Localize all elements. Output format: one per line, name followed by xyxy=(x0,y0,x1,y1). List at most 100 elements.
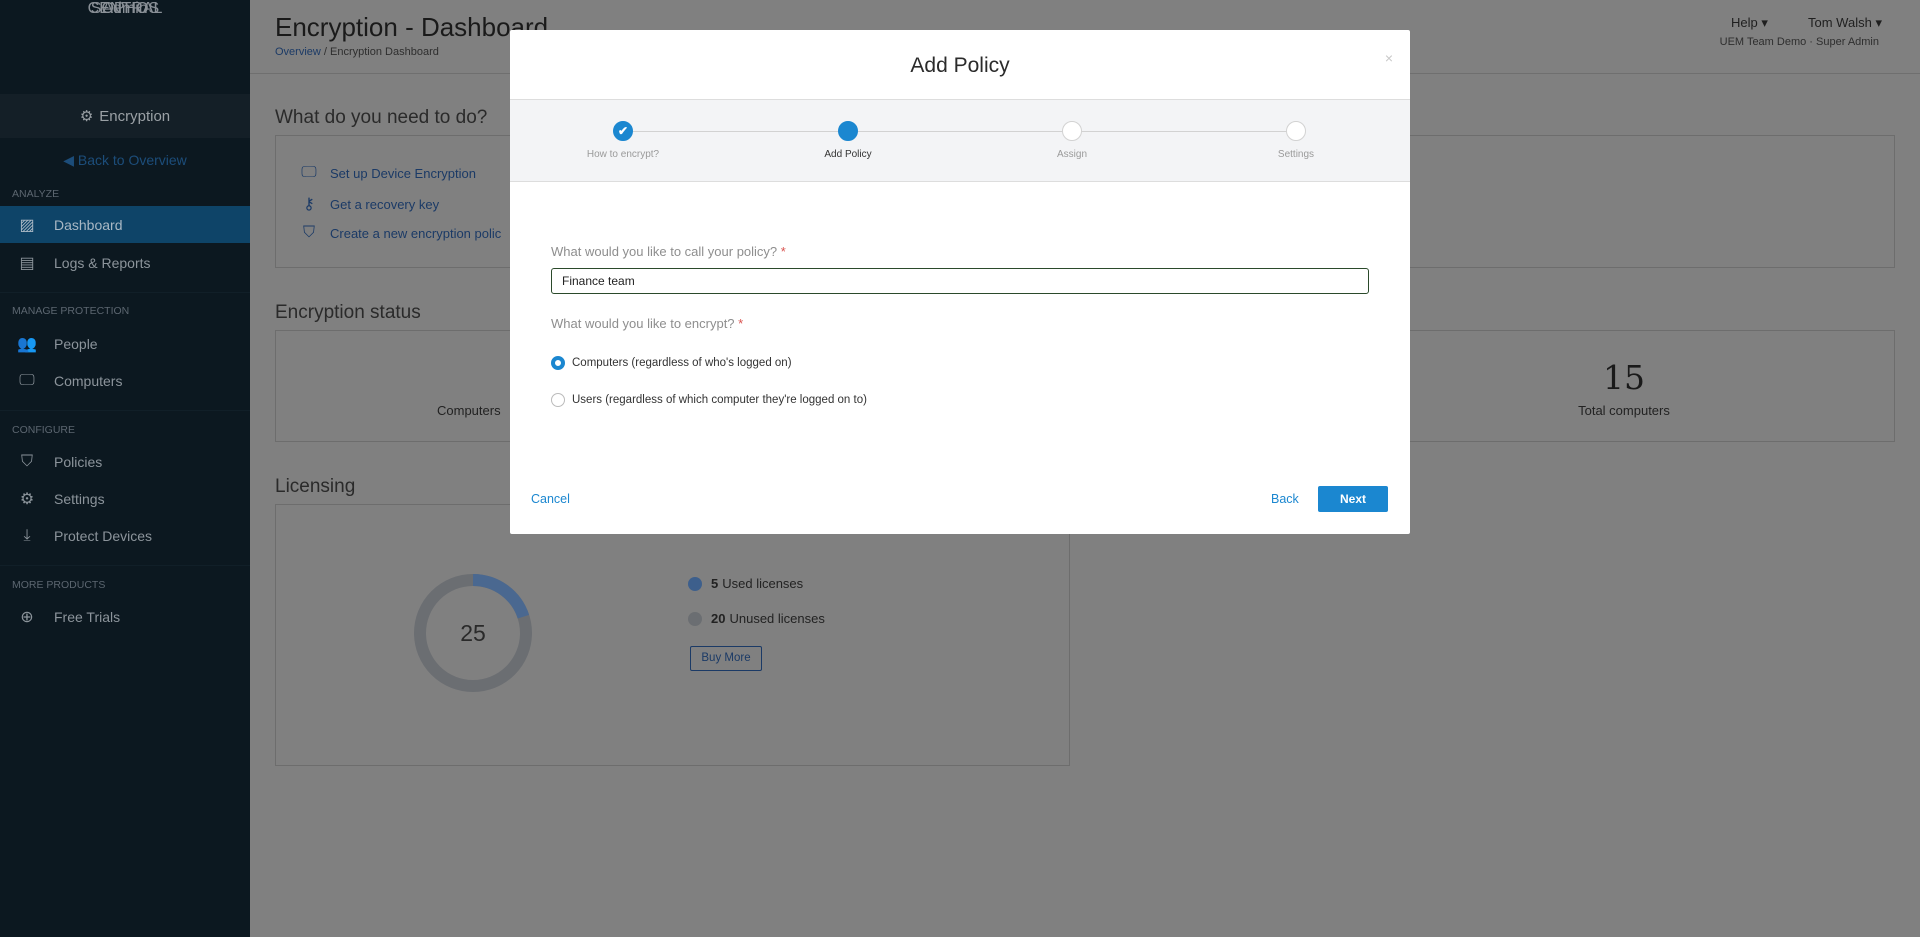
report-icon: ▤ xyxy=(19,254,35,272)
modal-title: Add Policy xyxy=(910,54,1010,77)
caret-left-icon: ◀ xyxy=(63,152,78,168)
encrypt-target-label: What would you like to encrypt? * xyxy=(551,316,743,331)
label-text: What would you like to encrypt? xyxy=(551,316,735,331)
account-info: UEM Team Demo · Super Admin xyxy=(1719,36,1879,48)
user-menu[interactable]: Tom Walsh ▾ xyxy=(1808,15,1882,31)
step-how-to-encrypt: ✔ How to encrypt? xyxy=(553,100,693,160)
sidebar-item-label: Computers xyxy=(54,372,123,389)
breadcrumb-overview[interactable]: Overview xyxy=(275,46,321,58)
radio-computers[interactable]: Computers (regardless of who's logged on… xyxy=(551,356,792,370)
status-computers-label: Computers xyxy=(437,403,501,418)
license-donut: 25 xyxy=(414,574,532,692)
divider xyxy=(0,410,250,411)
unused-label: Unused licenses xyxy=(729,611,825,626)
sidebar-item-settings[interactable]: ⚙ Settings xyxy=(0,480,250,517)
step-add-policy: Add Policy xyxy=(778,100,918,160)
sidebar: SOPHOS CENTRAL Admin ⚙ Encryption ◀ Back … xyxy=(0,0,250,937)
step-label: Add Policy xyxy=(824,149,872,160)
pending-step-dot xyxy=(1286,121,1306,141)
shield-icon: ⛉ xyxy=(20,452,33,470)
check-icon: ✔ xyxy=(613,121,633,141)
licensing-panel xyxy=(275,504,1070,766)
dashboard-icon: ▨ xyxy=(19,216,35,234)
product-header: ⚙ Encryption xyxy=(0,94,250,138)
legend-unused: 20 Unused licenses xyxy=(688,611,825,626)
divider xyxy=(0,565,250,566)
caret-down-icon: ▾ xyxy=(1761,15,1768,30)
pending-step-dot xyxy=(1062,121,1082,141)
task-label: Create a new encryption polic xyxy=(330,225,502,241)
unused-count: 20 xyxy=(711,611,726,626)
breadcrumb: Overview / Encryption Dashboard xyxy=(275,46,439,58)
step-settings: Settings xyxy=(1226,100,1366,160)
sidebar-item-logs-reports[interactable]: ▤ Logs & Reports xyxy=(0,244,250,281)
task-new-policy[interactable]: ⛉ Create a new encryption polic xyxy=(298,224,501,242)
section-analyze: ANALYZE xyxy=(12,188,60,200)
status-heading: Encryption status xyxy=(275,302,421,323)
label-text: What would you like to call your policy? xyxy=(551,244,778,259)
sidebar-item-computers[interactable]: 🖵 Computers xyxy=(0,362,250,399)
shield-check-icon: ⛉ xyxy=(302,224,315,241)
current-step-dot xyxy=(838,121,858,141)
task-label: Set up Device Encryption xyxy=(330,165,476,181)
required-marker: * xyxy=(738,316,744,331)
task-recovery-key[interactable]: ⚷ Get a recovery key xyxy=(298,194,439,214)
sidebar-item-label: Protect Devices xyxy=(54,527,153,544)
used-count: 5 xyxy=(711,576,719,591)
help-menu[interactable]: Help ▾ xyxy=(1731,15,1768,31)
sidebar-item-label: Logs & Reports xyxy=(54,254,151,271)
unused-dot xyxy=(688,611,702,626)
buy-more-button[interactable]: Buy More xyxy=(690,646,762,671)
section-manage-protection: MANAGE PROTECTION xyxy=(12,305,130,317)
divider xyxy=(0,292,250,293)
sidebar-item-dashboard[interactable]: ▨ Dashboard xyxy=(0,206,250,243)
back-button[interactable]: Back xyxy=(1271,492,1299,506)
section-configure: CONFIGURE xyxy=(12,424,75,436)
plus-circle-icon: ⊕ xyxy=(20,608,34,626)
stepper-line xyxy=(623,131,1296,132)
wizard-stepper: ✔ How to encrypt? Add Policy Assign Setti… xyxy=(510,99,1410,182)
back-to-overview-link[interactable]: ◀ Back to Overview xyxy=(0,152,250,169)
sidebar-item-people[interactable]: 👥 People xyxy=(0,325,250,362)
logo-role: Admin xyxy=(102,0,148,17)
sidebar-item-label: Policies xyxy=(54,453,103,470)
radio-selected-icon[interactable] xyxy=(551,356,565,370)
radio-unselected-icon[interactable] xyxy=(551,393,565,407)
next-button[interactable]: Next xyxy=(1318,486,1388,512)
people-icon: 👥 xyxy=(17,335,37,353)
step-label: How to encrypt? xyxy=(586,149,660,160)
sidebar-item-label: Free Trials xyxy=(54,608,121,625)
sidebar-item-label: Settings xyxy=(54,490,105,507)
help-label: Help xyxy=(1731,15,1758,30)
gear-icon: ⚙ xyxy=(19,490,35,508)
download-icon: ⤓ xyxy=(23,526,31,544)
key-icon: ⚷ xyxy=(303,196,315,213)
radio-label: Computers (regardless of who's logged on… xyxy=(572,357,792,369)
legend-used: 5 Used licenses xyxy=(688,576,803,591)
step-label: Settings xyxy=(1277,149,1315,160)
close-icon[interactable]: × xyxy=(1385,50,1393,66)
section-more-products: MORE PRODUCTS xyxy=(12,579,106,591)
donut-total: 25 xyxy=(460,620,486,646)
sidebar-item-policies[interactable]: ⛉ Policies xyxy=(0,443,250,480)
caret-down-icon: ▾ xyxy=(1875,15,1882,30)
task-label: Get a recovery key xyxy=(330,196,440,212)
policy-name-input[interactable] xyxy=(551,268,1369,294)
add-policy-modal: Add Policy × ✔ How to encrypt? Add Policy… xyxy=(510,30,1410,534)
radio-label: Users (regardless of which computer they… xyxy=(572,394,867,406)
computer-icon: 🖵 xyxy=(19,371,35,389)
back-label: Back to Overview xyxy=(77,152,187,168)
task-setup-encryption[interactable]: 🖵 Set up Device Encryption xyxy=(298,164,476,182)
required-marker: * xyxy=(780,244,786,259)
radio-users[interactable]: Users (regardless of which computer they… xyxy=(551,393,867,407)
sidebar-item-free-trials[interactable]: ⊕ Free Trials xyxy=(0,598,250,635)
cancel-button[interactable]: Cancel xyxy=(531,492,570,506)
step-label: Assign xyxy=(1056,149,1087,160)
sidebar-item-label: Dashboard xyxy=(54,216,123,233)
product-name: Encryption xyxy=(99,107,171,125)
sidebar-item-protect-devices[interactable]: ⤓ Protect Devices xyxy=(0,517,250,554)
used-label: Used licenses xyxy=(722,576,804,591)
breadcrumb-current: Encryption Dashboard xyxy=(330,46,439,58)
total-computers-label: Total computers xyxy=(1578,403,1670,418)
step-assign: Assign xyxy=(1002,100,1142,160)
